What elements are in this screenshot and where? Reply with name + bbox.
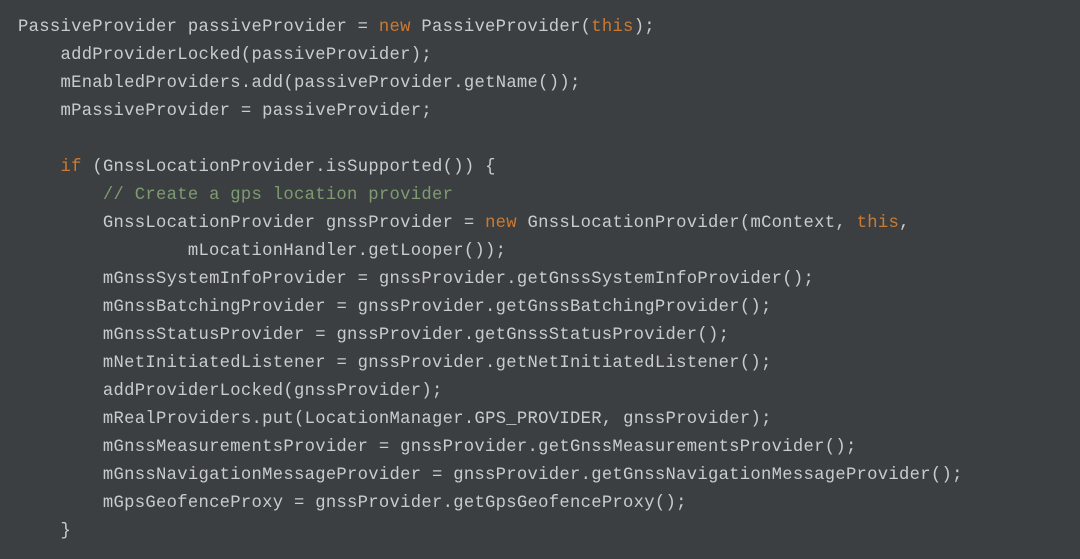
code-token: gnssProvider [400,438,527,457]
keyword-if: if [60,158,81,177]
code-token: gnssProvider [358,298,485,317]
code-token: getGpsGeofenceProxy [453,494,655,513]
code-token: getGnssStatusProvider [474,326,697,345]
code-token: getNetInitiatedListener [496,354,740,373]
code-token: passiveProvider [262,102,421,121]
code-token: getLooper [368,242,464,261]
code-token: getName [464,74,538,93]
code-token: mGnssNavigationMessageProvider [103,466,421,485]
code-token: mNetInitiatedListener [103,354,326,373]
code-token: mGpsGeofenceProxy [103,494,283,513]
code-token: put [262,410,294,429]
code-token: gnssProvider [326,214,453,233]
code-token: getGnssSystemInfoProvider [517,270,782,289]
code-token: mLocationHandler [188,242,358,261]
code-token: PassiveProvider [18,18,177,37]
code-token: mEnabledProviders [60,74,240,93]
keyword-this: this [591,18,633,37]
code-token: gnssProvider [453,466,580,485]
code-token: passiveProvider [294,74,453,93]
code-token: gnssProvider [336,326,463,345]
keyword-new: new [379,18,411,37]
code-token: add [252,74,284,93]
code-token: GnssLocationProvider [103,214,315,233]
code-token: mRealProviders [103,410,252,429]
code-token: GnssLocationProvider [528,214,740,233]
code-token: mGnssBatchingProvider [103,298,326,317]
code-token: passiveProvider [188,18,347,37]
code-token: isSupported [326,158,443,177]
code-token: mContext [750,214,835,233]
code-token: gnssProvider [294,382,421,401]
code-token: GPS_PROVIDER [474,410,601,429]
code-token: addProviderLocked [103,382,283,401]
code-token: mPassiveProvider [60,102,230,121]
code-token: GnssLocationProvider [103,158,315,177]
code-token: LocationManager [305,410,464,429]
code-token: mGnssMeasurementsProvider [103,438,368,457]
code-token: passiveProvider [252,46,411,65]
keyword-new: new [485,214,517,233]
code-token: mGnssSystemInfoProvider [103,270,347,289]
code-token: getGnssNavigationMessageProvider [591,466,931,485]
code-comment: // Create a gps location provider [103,186,453,205]
code-token: gnssProvider [623,410,750,429]
code-token: gnssProvider [379,270,506,289]
code-token: getGnssMeasurementsProvider [538,438,825,457]
code-token: getGnssBatchingProvider [496,298,740,317]
code-token: gnssProvider [315,494,442,513]
code-editor[interactable]: PassiveProvider passiveProvider = new Pa… [0,0,1080,559]
code-token: addProviderLocked [60,46,240,65]
code-token: PassiveProvider [421,18,580,37]
keyword-this: this [857,214,899,233]
code-token: gnssProvider [358,354,485,373]
code-token: mGnssStatusProvider [103,326,305,345]
